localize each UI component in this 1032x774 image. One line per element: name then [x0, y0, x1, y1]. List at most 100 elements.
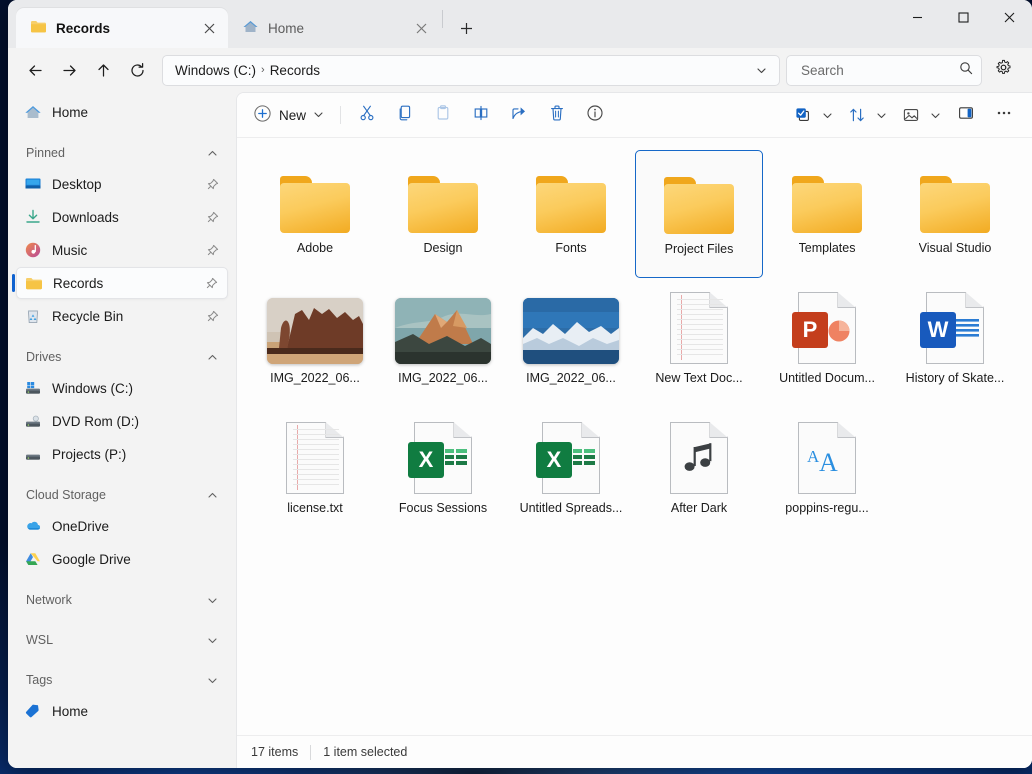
tab-home[interactable]: Home [228, 8, 440, 48]
file-item[interactable]: P Untitled Docum... [763, 280, 891, 408]
photo-thumbnail-peak [395, 298, 491, 364]
file-thumbnail [790, 162, 864, 234]
tab-records[interactable]: Records [16, 8, 228, 48]
chevron-down-icon[interactable] [207, 635, 218, 646]
file-item[interactable]: X Focus Sessions [379, 410, 507, 538]
view-button[interactable] [894, 100, 946, 130]
folder-icon [278, 176, 352, 234]
chevron-down-icon[interactable] [207, 595, 218, 606]
sidebar-item-google-drive[interactable]: Google Drive [16, 543, 228, 575]
file-item[interactable]: IMG_2022_06... [507, 280, 635, 408]
file-item[interactable]: license.txt [251, 410, 379, 538]
folder-icon [30, 19, 47, 37]
file-item[interactable]: Adobe [251, 150, 379, 278]
chevron-up-icon[interactable] [207, 148, 218, 159]
sidebar-group-drives[interactable]: Drives [16, 342, 228, 372]
sidebar-item-tag-home[interactable]: Home [16, 695, 228, 727]
file-item[interactable]: Visual Studio [891, 150, 1019, 278]
breadcrumb-item-folder[interactable]: Records [270, 63, 320, 78]
sidebar-item-downloads[interactable]: Downloads [16, 201, 228, 233]
pin-icon[interactable] [204, 176, 220, 192]
search-input[interactable] [799, 61, 953, 79]
close-button[interactable] [986, 0, 1032, 34]
chevron-down-icon[interactable] [207, 675, 218, 686]
paste-button[interactable] [425, 100, 461, 130]
file-item[interactable]: W History of Skate... [891, 280, 1019, 408]
file-item-selected[interactable]: Project Files [635, 150, 763, 278]
up-button[interactable] [86, 54, 120, 86]
ellipsis-icon [995, 104, 1013, 127]
sidebar-item-projects-p[interactable]: Projects (P:) [16, 438, 228, 470]
file-item[interactable]: X Untitled Spreads... [507, 410, 635, 538]
file-explorer-window: Records Home Windows (C:) › Records Sear… [8, 0, 1032, 768]
sidebar-item-music[interactable]: Music [16, 234, 228, 266]
file-item[interactable]: Templates [763, 150, 891, 278]
file-name: Design [423, 241, 463, 255]
pin-icon[interactable] [203, 275, 219, 291]
sidebar-item-desktop[interactable]: Desktop [16, 168, 228, 200]
share-button[interactable] [501, 100, 537, 130]
chevron-up-icon[interactable] [207, 352, 218, 363]
copy-button[interactable] [387, 100, 423, 130]
delete-button[interactable] [539, 100, 575, 130]
pin-icon[interactable] [204, 209, 220, 225]
file-thumbnail: P [792, 292, 856, 364]
file-grid[interactable]: Adobe Design Fonts Project Files Templat… [237, 138, 1032, 735]
paste-icon [434, 104, 452, 127]
excel-file-icon: X [536, 422, 600, 494]
maximize-button[interactable] [940, 0, 986, 34]
sidebar-item-dvd-rom-d[interactable]: DVD Rom (D:) [16, 405, 228, 437]
back-button[interactable] [18, 54, 52, 86]
chevron-down-icon[interactable] [872, 100, 890, 130]
breadcrumb-item-drive[interactable]: Windows (C:) [175, 63, 256, 78]
search-box[interactable] [786, 54, 982, 86]
new-button[interactable]: New [247, 100, 332, 130]
sidebar-group-wsl[interactable]: WSL [16, 625, 228, 655]
sidebar-item-records[interactable]: Records [12, 267, 228, 299]
sidebar-item-home[interactable]: Home [16, 96, 228, 128]
powerpoint-badge: P [792, 312, 828, 348]
chevron-down-icon[interactable] [749, 58, 773, 82]
file-item[interactable]: Fonts [507, 150, 635, 278]
chevron-down-icon[interactable] [313, 108, 324, 123]
chevron-up-icon[interactable] [207, 490, 218, 501]
details-pane-button[interactable] [948, 100, 984, 130]
settings-button[interactable] [986, 54, 1020, 86]
file-item[interactable]: A A poppins-regu... [763, 410, 891, 538]
sidebar-item-onedrive[interactable]: OneDrive [16, 510, 228, 542]
sidebar-group-tags[interactable]: Tags [16, 665, 228, 695]
tab-close-icon[interactable] [410, 17, 432, 39]
file-item[interactable]: After Dark [635, 410, 763, 538]
more-options-button[interactable] [986, 100, 1022, 130]
sidebar-group-network[interactable]: Network [16, 585, 228, 615]
music-file-icon [670, 422, 728, 494]
tab-close-icon[interactable] [198, 17, 220, 39]
sort-button[interactable] [840, 100, 892, 130]
sidebar-group-label: Tags [26, 673, 53, 687]
rename-button[interactable] [463, 100, 499, 130]
sidebar-item-label: Records [53, 275, 104, 291]
file-item[interactable]: IMG_2022_06... [251, 280, 379, 408]
cut-button[interactable] [349, 100, 385, 130]
minimize-button[interactable] [894, 0, 940, 34]
sidebar-group-cloud-storage[interactable]: Cloud Storage [16, 480, 228, 510]
sidebar-item-windows-c[interactable]: Windows (C:) [16, 372, 228, 404]
pin-icon[interactable] [204, 242, 220, 258]
sidebar-item-recycle-bin[interactable]: Recycle Bin [16, 300, 228, 332]
address-bar[interactable]: Windows (C:) › Records [162, 54, 780, 86]
excel-badge: X [408, 442, 444, 478]
pin-icon[interactable] [204, 308, 220, 324]
file-item[interactable]: New Text Doc... [635, 280, 763, 408]
home-icon [242, 19, 259, 37]
chevron-down-icon[interactable] [926, 100, 944, 130]
properties-button[interactable] [577, 100, 613, 130]
file-item[interactable]: IMG_2022_06... [379, 280, 507, 408]
new-tab-button[interactable] [451, 13, 481, 43]
excel-badge: X [536, 442, 572, 478]
refresh-button[interactable] [120, 54, 154, 86]
chevron-down-icon[interactable] [818, 100, 836, 130]
sidebar-group-pinned[interactable]: Pinned [16, 138, 228, 168]
forward-button[interactable] [52, 54, 86, 86]
file-item[interactable]: Design [379, 150, 507, 278]
select-button[interactable] [786, 100, 838, 130]
